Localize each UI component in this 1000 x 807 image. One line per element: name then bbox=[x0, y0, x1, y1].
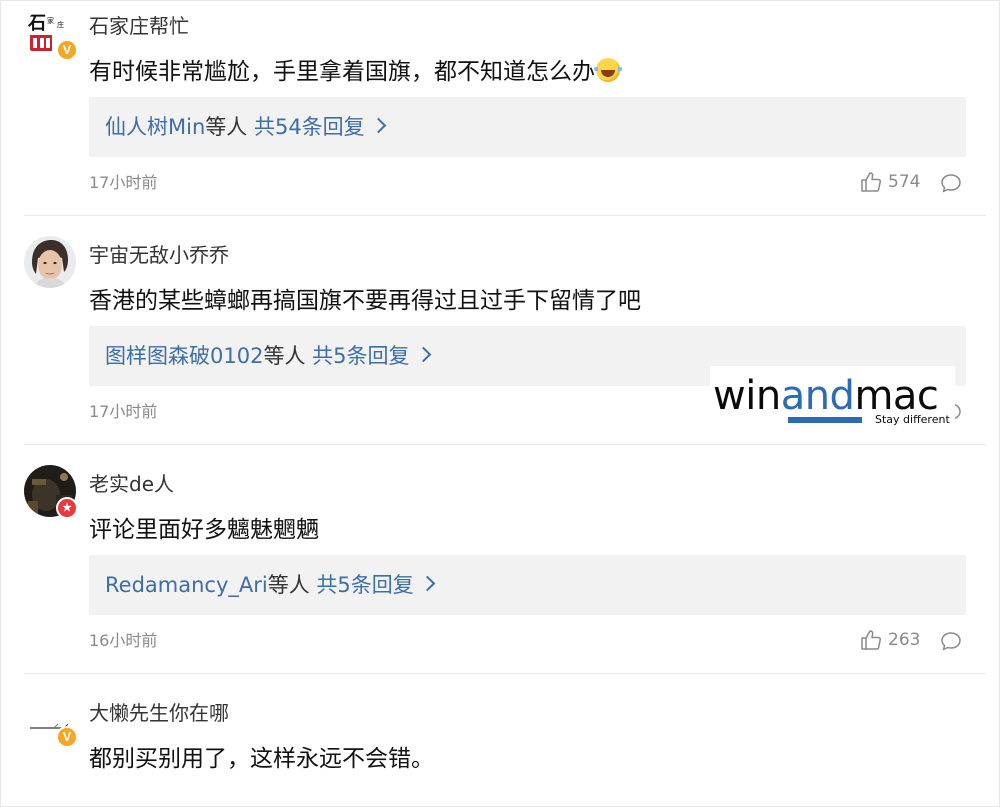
comment-item: 石 家 庄 V 石家庄帮忙 有时候非常尴尬，手里拿着国旗，都不知道怎么办 仙人树… bbox=[0, 0, 1000, 215]
reply-summary[interactable]: Redamancy_Ari等人 共5条回复 bbox=[105, 570, 436, 600]
thumbs-up-icon bbox=[861, 172, 882, 192]
thumbs-up-icon bbox=[861, 630, 882, 650]
divider bbox=[24, 673, 986, 674]
timestamp: 16小时前 bbox=[89, 631, 158, 650]
reply-users-link[interactable]: Redamancy_Ari bbox=[105, 573, 268, 597]
reply-count-link[interactable]: 共5条回复 bbox=[316, 573, 413, 597]
verified-badge-icon: V bbox=[56, 39, 78, 61]
timestamp: 17小时前 bbox=[89, 402, 158, 421]
reply-users-suffix: 等人 bbox=[205, 115, 248, 139]
avatar[interactable] bbox=[24, 236, 76, 288]
avatar-portrait-image bbox=[24, 236, 76, 288]
comment-text: 有时候非常尴尬，手里拿着国旗，都不知道怎么办 bbox=[89, 57, 622, 87]
comment-bubble-icon[interactable] bbox=[940, 172, 962, 194]
chevron-right-icon bbox=[419, 575, 436, 592]
username[interactable]: 宇宙无敌小乔乔 bbox=[89, 242, 229, 268]
username[interactable]: 大懒先生你在哪 bbox=[89, 700, 229, 726]
timestamp: 17小时前 bbox=[89, 173, 158, 192]
chevron-right-icon bbox=[370, 117, 386, 134]
reply-summary[interactable]: 图样图森破0102等人 共5条回复 bbox=[105, 341, 431, 371]
svg-text:家: 家 bbox=[47, 16, 54, 25]
username[interactable]: 石家庄帮忙 bbox=[89, 13, 189, 39]
reply-users-suffix: 等人 bbox=[267, 573, 310, 597]
svg-text:庄: 庄 bbox=[57, 20, 64, 29]
watermark-underline bbox=[788, 417, 862, 423]
comment-bubble-icon[interactable] bbox=[940, 630, 962, 652]
divider bbox=[24, 215, 986, 216]
username[interactable]: 老实de人 bbox=[89, 471, 174, 497]
comment-text: 香港的某些蟑螂再搞国旗不要再得过且过手下留情了吧 bbox=[89, 288, 641, 314]
like-button[interactable]: 574 bbox=[860, 171, 920, 193]
comment-item: ★ 老实de人 评论里面好多魑魅魍魉 Redamancy_Ari等人 共5条回复… bbox=[0, 458, 1000, 673]
reply-count-link[interactable]: 共5条回复 bbox=[312, 344, 409, 368]
verified-badge-icon: V bbox=[56, 726, 78, 748]
watermark-logo: winandmac Stay different bbox=[710, 366, 955, 428]
chevron-right-icon bbox=[415, 346, 431, 363]
reply-summary[interactable]: 仙人树Min等人 共54条回复 bbox=[105, 112, 386, 142]
like-button[interactable]: 263 bbox=[860, 629, 920, 651]
laughing-crying-emoji-icon bbox=[594, 58, 622, 82]
watermark-tagline: Stay different bbox=[875, 413, 950, 426]
reply-users-link[interactable]: 图样图森破0102 bbox=[105, 344, 263, 368]
comment-text: 评论里面好多魑魅魍魉 bbox=[89, 517, 319, 543]
comment-text-body: 有时候非常尴尬，手里拿着国旗，都不知道怎么办 bbox=[89, 59, 595, 85]
like-count: 263 bbox=[888, 630, 921, 650]
divider bbox=[24, 444, 986, 445]
comment-item: V 大懒先生你在哪 都别买别用了，这样永远不会错。 bbox=[0, 687, 1000, 807]
reply-count-link[interactable]: 共54条回复 bbox=[254, 115, 365, 139]
star-badge-icon: ★ bbox=[56, 497, 78, 519]
reply-users-link[interactable]: 仙人树Min bbox=[105, 115, 205, 139]
like-count: 574 bbox=[888, 172, 921, 192]
svg-text:石: 石 bbox=[27, 13, 46, 34]
comment-text: 都别买别用了，这样永远不会错。 bbox=[89, 746, 434, 772]
reply-users-suffix: 等人 bbox=[263, 344, 306, 368]
reply-summary-box[interactable]: Redamancy_Ari等人 共5条回复 bbox=[89, 555, 966, 615]
reply-summary-box[interactable]: 仙人树Min等人 共54条回复 bbox=[89, 97, 966, 157]
